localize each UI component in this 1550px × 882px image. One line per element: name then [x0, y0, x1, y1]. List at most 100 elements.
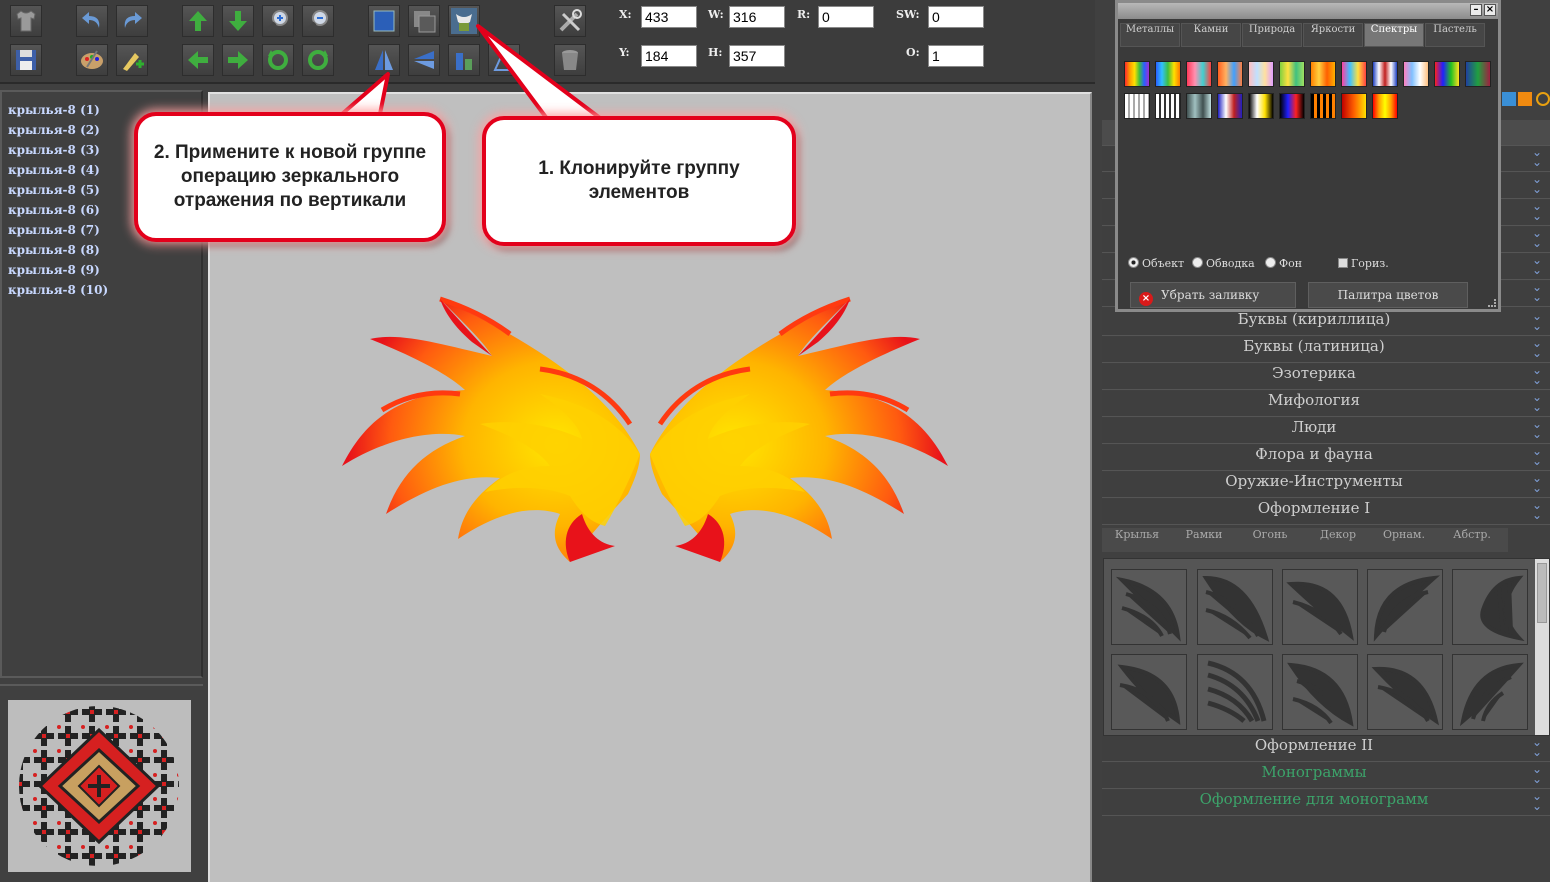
tab-metals[interactable]: Металлы	[1120, 23, 1180, 47]
category-letters-latin[interactable]: Буквы (латиница) ⌄ ⌄	[1102, 337, 1550, 363]
category-weapons-tools[interactable]: Оружие-Инструменты ⌄ ⌄	[1102, 472, 1550, 498]
tab-stones[interactable]: Камни	[1181, 23, 1241, 47]
gradient-swatch[interactable]	[1155, 93, 1181, 119]
tab-brightness[interactable]: Яркости	[1303, 23, 1363, 47]
trash-icon[interactable]	[554, 44, 586, 76]
sw-field[interactable]: 0	[928, 6, 984, 28]
gradient-swatch[interactable]	[1248, 61, 1274, 87]
scrollbar-thumb[interactable]	[1537, 563, 1547, 623]
subtab-fire[interactable]: Огонь	[1236, 528, 1304, 552]
zoom-out-icon[interactable]	[302, 5, 334, 37]
tools-icon[interactable]	[554, 5, 586, 37]
mail-icon[interactable]	[1536, 92, 1550, 106]
gradient-swatch[interactable]	[1186, 61, 1212, 87]
category-people[interactable]: Люди ⌄ ⌄	[1102, 418, 1550, 444]
tab-nature[interactable]: Природа	[1242, 23, 1302, 47]
gradient-swatch[interactable]	[1279, 61, 1305, 87]
y-field[interactable]: 184	[641, 45, 697, 67]
gradient-swatch[interactable]	[1403, 61, 1429, 87]
save-icon[interactable]	[10, 44, 42, 76]
gradient-swatch[interactable]	[1248, 93, 1274, 119]
fill-target-object[interactable]: Объект	[1128, 257, 1184, 270]
add-text-icon[interactable]	[116, 44, 148, 76]
wing-thumbnail[interactable]	[1282, 569, 1358, 645]
send-back-icon[interactable]	[408, 5, 440, 37]
gradient-swatch[interactable]	[1124, 61, 1150, 87]
fill-target-background[interactable]: Фон	[1265, 257, 1302, 270]
tab-pastel[interactable]: Пастель	[1425, 23, 1485, 47]
remove-fill-button[interactable]: × Убрать заливку	[1130, 282, 1296, 308]
flip-vertical-icon[interactable]	[368, 44, 400, 76]
move-right-icon[interactable]	[222, 44, 254, 76]
gradient-swatch[interactable]	[1155, 61, 1181, 87]
color-palette-button[interactable]: Палитра цветов	[1308, 282, 1468, 308]
clone-group-icon[interactable]	[448, 5, 480, 37]
radio-icon[interactable]	[1128, 257, 1139, 268]
gradient-swatch[interactable]	[1279, 93, 1305, 119]
layer-item[interactable]: крылья-8 (10)	[2, 280, 201, 300]
subtab-frames[interactable]: Рамки	[1172, 528, 1236, 552]
category-esoterics[interactable]: Эзотерика ⌄ ⌄	[1102, 364, 1550, 390]
o-field[interactable]: 1	[928, 45, 984, 67]
gradient-swatch[interactable]	[1434, 61, 1460, 87]
wing-thumbnail[interactable]	[1111, 654, 1187, 730]
align-bottom-icon[interactable]	[448, 44, 480, 76]
resize-grip-icon[interactable]	[1488, 299, 1496, 307]
right-wing[interactable]	[650, 299, 948, 562]
tshirt-icon[interactable]	[10, 5, 42, 37]
x-field[interactable]: 433	[641, 6, 697, 28]
gradient-swatch[interactable]	[1124, 93, 1150, 119]
subtab-wings[interactable]: Крылья	[1102, 528, 1172, 552]
flip-horizontal-icon[interactable]	[408, 44, 440, 76]
r-field[interactable]: 0	[818, 6, 874, 28]
wing-thumbnail[interactable]	[1197, 569, 1273, 645]
wing-thumbnail[interactable]	[1367, 654, 1443, 730]
odnoklassniki-icon[interactable]	[1518, 92, 1532, 106]
wing-thumbnail[interactable]	[1282, 654, 1358, 730]
gradient-swatch[interactable]	[1186, 93, 1212, 119]
subtab-ornament[interactable]: Орнам.	[1372, 528, 1436, 552]
gradient-swatch[interactable]	[1217, 93, 1243, 119]
radio-icon[interactable]	[1192, 257, 1203, 268]
subtab-abstract[interactable]: Абстр.	[1436, 528, 1508, 552]
bring-front-icon[interactable]	[368, 5, 400, 37]
paint-palette-icon[interactable]	[76, 44, 108, 76]
left-wing[interactable]	[342, 299, 640, 562]
gradient-swatch[interactable]	[1310, 93, 1336, 119]
close-icon[interactable]: ×	[1484, 4, 1496, 16]
design-preview-thumbnail[interactable]	[8, 700, 191, 872]
gradient-swatch[interactable]	[1310, 61, 1336, 87]
wing-thumbnail[interactable]	[1367, 569, 1443, 645]
undo-icon[interactable]	[76, 5, 108, 37]
wing-thumbnail[interactable]	[1111, 569, 1187, 645]
gradient-swatch[interactable]	[1372, 93, 1398, 119]
zoom-in-icon[interactable]	[262, 5, 294, 37]
tab-spectra[interactable]: Спектры	[1364, 23, 1424, 47]
layer-item[interactable]: крылья-8 (9)	[2, 260, 201, 280]
gallery-scrollbar[interactable]	[1535, 559, 1549, 735]
redo-icon[interactable]	[116, 5, 148, 37]
rotate-right-icon[interactable]	[302, 44, 334, 76]
align-right-icon[interactable]	[488, 44, 520, 76]
category-flora-fauna[interactable]: Флора и фауна ⌄ ⌄	[1102, 445, 1550, 471]
rotate-left-icon[interactable]	[262, 44, 294, 76]
gradient-swatch[interactable]	[1217, 61, 1243, 87]
category-decoration-1[interactable]: Оформление I ⌄ ⌄	[1102, 499, 1550, 525]
checkbox-icon[interactable]	[1338, 258, 1348, 268]
move-down-icon[interactable]	[222, 5, 254, 37]
radio-icon[interactable]	[1265, 257, 1276, 268]
move-up-icon[interactable]	[182, 5, 214, 37]
minimize-icon[interactable]: –	[1470, 4, 1482, 16]
fill-target-stroke[interactable]: Обводка	[1192, 257, 1255, 270]
bookmark-icon[interactable]	[1502, 92, 1516, 106]
h-field[interactable]: 357	[729, 45, 785, 67]
gradient-swatch[interactable]	[1372, 61, 1398, 87]
category-mythology[interactable]: Мифология ⌄ ⌄	[1102, 391, 1550, 417]
gradient-swatch[interactable]	[1465, 61, 1491, 87]
layer-item[interactable]: крылья-8 (8)	[2, 240, 201, 260]
subtab-decor[interactable]: Декор	[1304, 528, 1372, 552]
gradient-swatch[interactable]	[1341, 61, 1367, 87]
wing-thumbnail[interactable]	[1452, 654, 1528, 730]
palette-titlebar[interactable]: – ×	[1118, 3, 1498, 19]
category-letters-cyrillic[interactable]: Буквы (кириллица) ⌄ ⌄	[1102, 310, 1550, 336]
